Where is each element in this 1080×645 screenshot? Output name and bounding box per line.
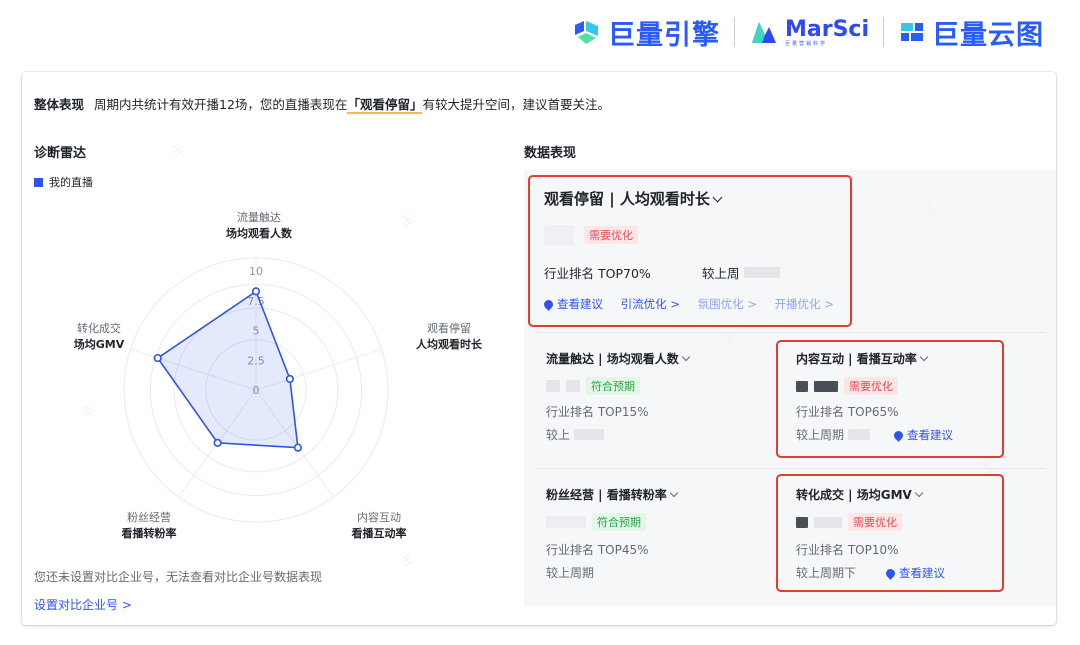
radar-data-point	[293, 443, 302, 452]
marsci-subtitle: 巨量营销科学	[784, 41, 827, 47]
compare-account-note: 您还未设置对比企业号，无法查看对比企业号数据表现	[34, 570, 323, 584]
masked-value	[566, 380, 580, 392]
status-badge: 符合预期	[586, 377, 640, 395]
data-title: 数据表现	[524, 146, 577, 161]
brand-divider	[733, 17, 735, 47]
radar-axis-label-interaction: 内容互动 看播互动率	[351, 511, 407, 540]
brand-bar: 巨量引擎 MarSci 巨量营销科学 巨量云图	[572, 13, 1044, 52]
radar-data-point	[285, 374, 294, 384]
industry-rank: 行业排名 TOP15%	[546, 405, 649, 419]
juliang-engine-logo-icon	[574, 21, 598, 44]
card-divider	[536, 332, 1046, 333]
set-compare-account-link[interactable]: 设置对比企业号 >	[34, 596, 132, 613]
radar-axis-label-conversion: 转化成交 场均GMV	[73, 322, 125, 351]
metric-card-traffic: 流量触达 | 场均观看人数 符合预期 行业排名 TOP15% 较上	[546, 350, 766, 443]
radar-data-point	[153, 353, 162, 363]
metric-card-fans: 粉丝经营 | 看播转粉率 符合预期 行业排名 TOP45% 较上周期	[546, 486, 766, 581]
radar-axis-label-traffic: 流量触达 场均观看人数	[226, 211, 292, 240]
radar-series-area	[156, 290, 299, 449]
juliang-engine-text: 巨量引擎	[607, 19, 720, 51]
radar-tick-label: 10	[249, 265, 263, 278]
metric-title[interactable]: 流量触达 | 场均观看人数	[546, 350, 766, 367]
status-badge: 符合预期	[592, 513, 646, 531]
radar-axis-label-retention: 观看停留 人均观看时长	[416, 322, 482, 351]
radar-data-point	[251, 287, 261, 296]
data-area: 王 王 王 观看停留 | 人均观看时长 需要优化 行业排名 TOP70% 较上周…	[524, 170, 1056, 606]
radar-data-point	[213, 438, 222, 447]
masked-value	[546, 380, 560, 392]
compare-last-period: 较上周期	[546, 566, 595, 580]
highlight-box-interaction	[776, 340, 1004, 458]
brand-juliang-engine: 巨量引擎	[572, 13, 720, 52]
highlight-box-conversion	[776, 474, 1004, 592]
marsci-text: MarSci	[784, 17, 869, 42]
industry-rank: 行业排名 TOP45%	[546, 543, 649, 557]
yuntu-logo-icon	[901, 23, 923, 41]
report-panel: 王 王 王 王 整体表现 周期内共统计有效开播12场，您的直播表现在「观看停留」有…	[22, 72, 1056, 625]
brand-divider	[883, 17, 884, 47]
metric-title[interactable]: 粉丝经营 | 看播转粉率	[546, 486, 766, 503]
highlight-box-main	[528, 175, 852, 327]
card-divider	[536, 468, 1046, 469]
compare-last-period: 较上	[546, 428, 571, 442]
marsci-logo-icon	[751, 22, 776, 43]
radar-chart: 02.557.510	[123, 257, 389, 523]
brand-marsci: MarSci 巨量营销科学	[749, 17, 869, 47]
brand-yuntu: 巨量云图	[898, 13, 1044, 52]
masked-value	[574, 429, 605, 440]
radar-axis-label-fans: 粉丝经营 看播转粉率	[121, 511, 177, 540]
yuntu-text: 巨量云图	[932, 19, 1044, 51]
masked-value	[546, 516, 586, 528]
chevron-down-icon	[681, 352, 690, 362]
chevron-down-icon	[669, 488, 678, 498]
